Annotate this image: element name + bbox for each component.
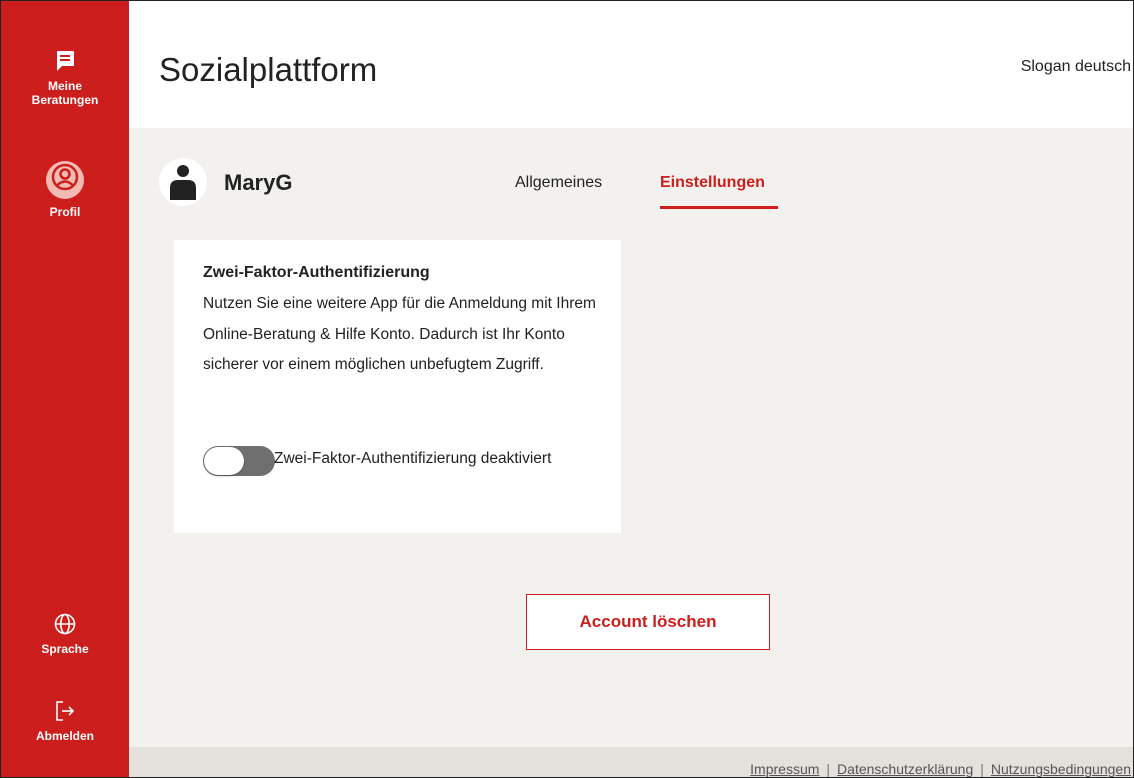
sidebar-item-abmelden[interactable]: Abmelden [1,699,129,743]
main-content: MaryG Allgemeines Einstellungen Zwei-Fak… [129,128,1133,747]
user-circle-icon [46,161,84,199]
tab-allgemeines[interactable]: Allgemeines [515,174,602,192]
sidebar: Meine Beratungen Profil Sprache Abmelden [1,1,129,777]
tab-einstellungen[interactable]: Einstellungen [660,174,765,192]
two-factor-toggle-label: Zwei-Faktor-Authentifizierung deaktivier… [274,450,552,467]
slogan: Slogan deutsch [1020,58,1131,75]
sidebar-item-meine-beratungen[interactable]: Meine Beratungen [1,49,129,107]
sidebar-item-label: Beratungen [31,93,99,107]
globe-icon [54,613,76,635]
footer-separator: | [826,761,831,777]
sidebar-item-label: Meine [47,79,82,93]
footer-links: Impressum | Datenschutzerklärung | Nutzungsb… [750,761,1131,777]
sidebar-item-label: Profil [49,205,81,219]
avatar [159,158,207,206]
app-window: Meine Beratungen Profil Sprache Abmelden… [0,0,1134,778]
footer: Impressum | Datenschutzerklärung | Nutzungsb… [129,747,1133,777]
user-icon [170,165,196,200]
sidebar-item-label: Sprache [41,642,89,656]
two-factor-description: Nutzen Sie eine weitere App für die Anme… [203,295,596,373]
delete-account-button[interactable]: Account löschen [526,594,770,650]
footer-link-nutzungsbedingungen[interactable]: Nutzungsbedingungen [991,761,1131,777]
toggle-knob [204,447,244,475]
footer-separator: | [980,761,984,777]
two-factor-card: Zwei-Faktor-Authentifizierung Nutzen Sie… [174,240,621,533]
sidebar-item-sprache[interactable]: Sprache [1,612,129,656]
app-title: Sozialplattform [159,51,378,88]
two-factor-toggle[interactable] [203,446,275,476]
sidebar-item-profil[interactable]: Profil [1,161,129,219]
username: MaryG [224,170,293,195]
footer-link-impressum[interactable]: Impressum [750,761,819,777]
active-tab-indicator [660,206,778,209]
page-header: Sozialplattform Slogan deutsch [129,1,1133,128]
footer-link-datenschutz[interactable]: Datenschutzerklärung [837,761,973,777]
sidebar-item-label: Abmelden [35,729,94,743]
logout-icon [56,701,75,721]
message-square-icon [57,51,74,71]
two-factor-title: Zwei-Faktor-Authentifizierung [203,264,430,281]
